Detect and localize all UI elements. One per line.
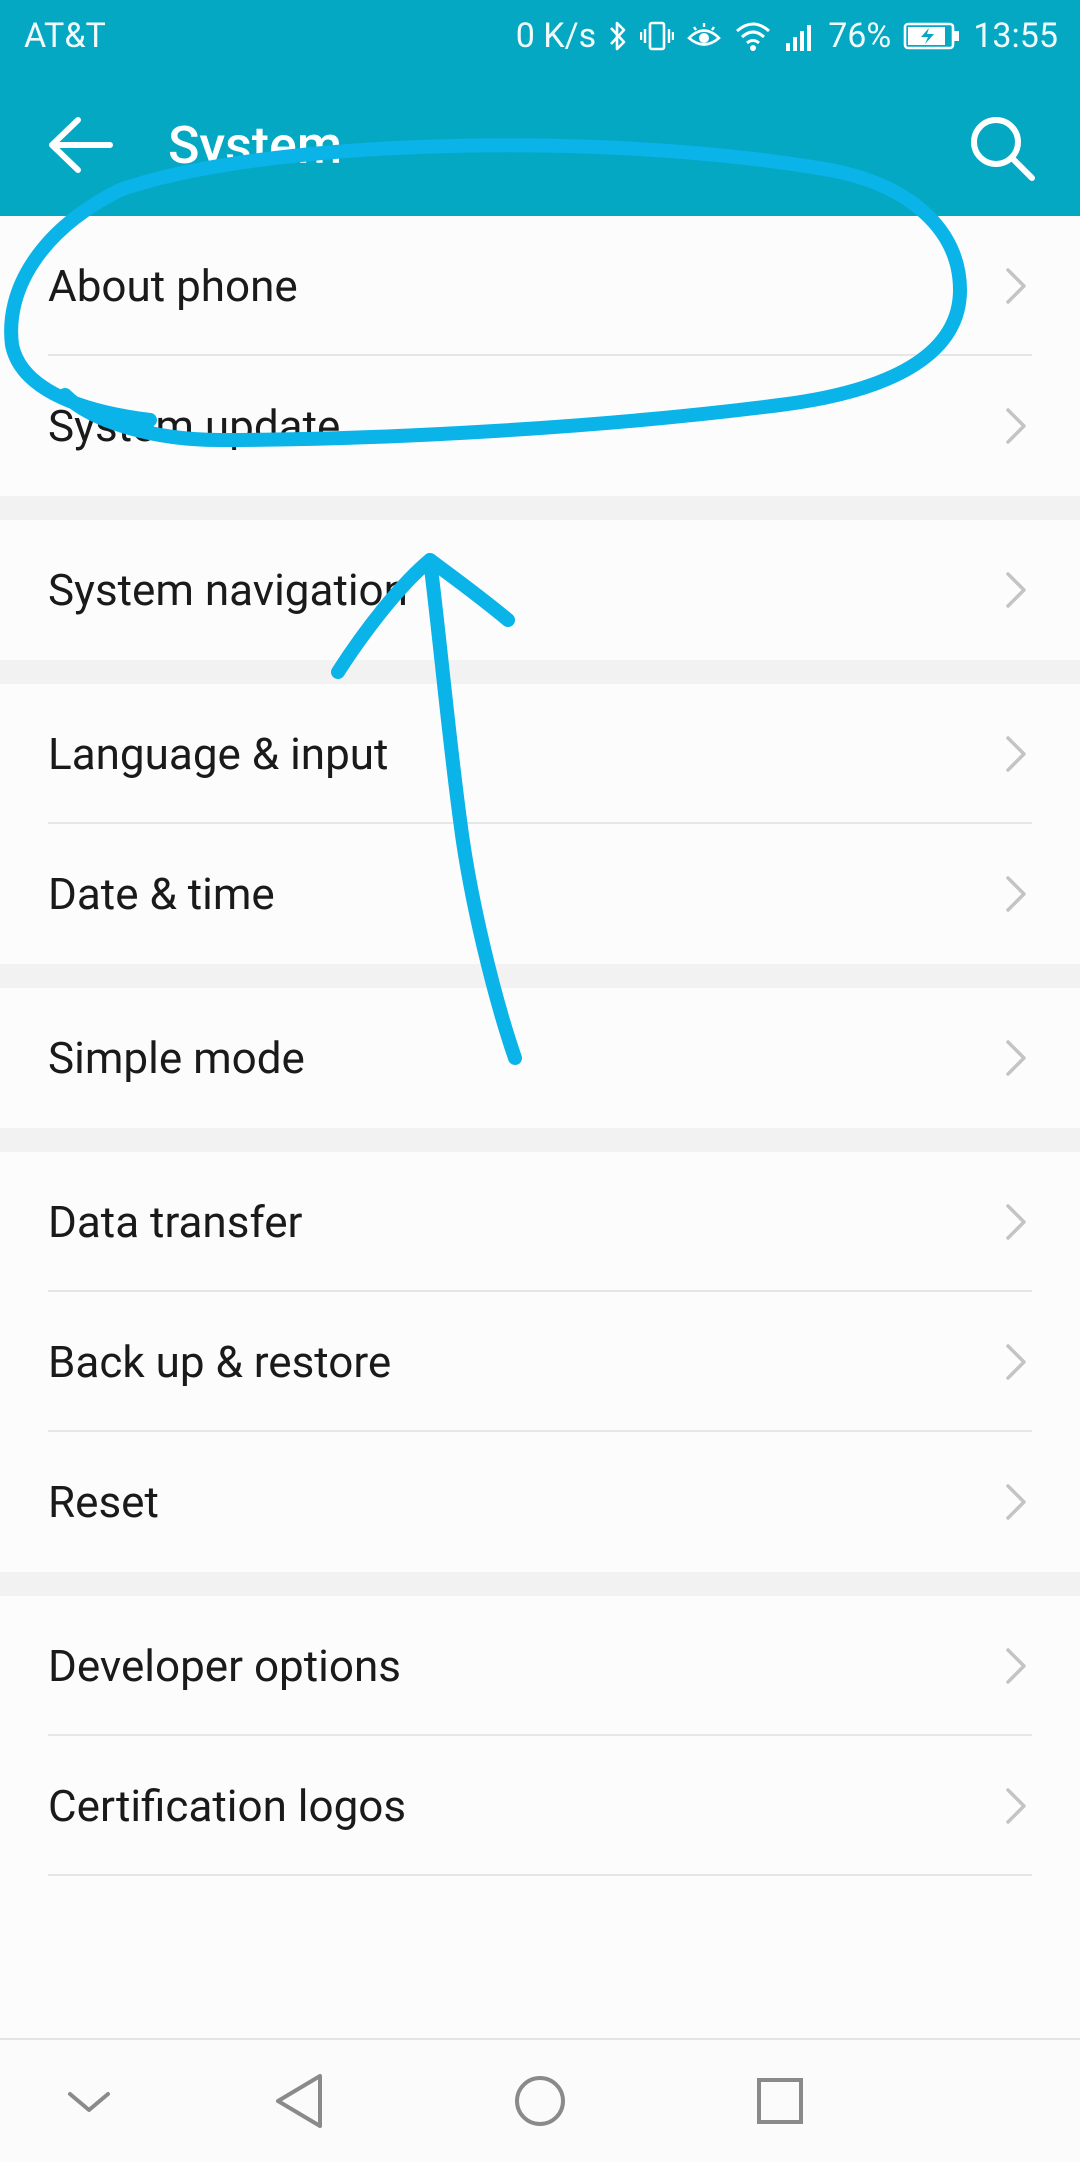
chevron-right-icon [1006,408,1026,444]
divider [48,1874,1032,1876]
search-button[interactable] [966,112,1038,184]
settings-group: Language & input Date & time [0,684,1080,964]
list-item-system-navigation[interactable]: System navigation [0,520,1080,660]
chevron-right-icon [1006,736,1026,772]
chevron-right-icon [1006,1344,1026,1380]
section-gap [0,496,1080,520]
carrier-label: AT&T [24,16,106,56]
chevron-right-icon [1006,1788,1026,1824]
back-triangle-icon [276,2074,322,2128]
section-gap [0,1128,1080,1152]
search-icon [971,117,1035,181]
settings-list: About phone System update System navigat… [0,216,1080,2038]
chevron-right-icon [1006,1040,1026,1076]
list-item-date-time[interactable]: Date & time [0,824,1080,964]
settings-group: Data transfer Back up & restore Reset [0,1152,1080,1572]
network-speed: 0 K/s [515,16,597,56]
signal-icon [786,25,812,51]
chevron-right-icon [1006,268,1026,304]
nav-recents-button[interactable] [745,2068,815,2134]
back-button[interactable] [44,112,124,178]
battery-charging-icon [904,22,960,50]
list-item-language-input[interactable]: Language & input [0,684,1080,824]
arrow-left-icon [49,117,113,173]
section-gap [0,964,1080,988]
settings-group: Simple mode [0,988,1080,1128]
list-item-certification-logos[interactable]: Certification logos [0,1736,1080,1876]
page-title: System [168,115,343,176]
item-label: System navigation [48,564,408,616]
home-circle-icon [515,2076,565,2126]
wifi-icon [736,22,771,51]
item-label: Language & input [48,728,389,780]
chevron-right-icon [1006,876,1026,912]
hide-nav-button[interactable] [54,2068,124,2134]
list-item-reset[interactable]: Reset [0,1432,1080,1572]
chevron-right-icon [1006,572,1026,608]
recents-square-icon [757,2078,803,2124]
item-label: Simple mode [48,1032,305,1084]
nav-home-button[interactable] [505,2068,575,2134]
item-label: Date & time [48,868,275,920]
item-label: Developer options [48,1640,401,1692]
nav-back-button[interactable] [264,2068,334,2134]
item-label: Certification logos [48,1780,407,1832]
chevron-right-icon [1006,1648,1026,1684]
item-label: Reset [48,1476,159,1528]
eye-comfort-icon [687,23,722,46]
chevron-down-icon [68,2092,110,2112]
toolbar: System [0,72,1080,216]
list-item-data-transfer[interactable]: Data transfer [0,1152,1080,1292]
settings-group: About phone System update [0,216,1080,496]
section-gap [0,660,1080,684]
item-label: Data transfer [48,1196,303,1248]
section-gap [0,1572,1080,1596]
list-item-about-phone[interactable]: About phone [0,216,1080,356]
vibrate-icon [640,21,675,51]
list-item-simple-mode[interactable]: Simple mode [0,988,1080,1128]
list-item-back-up-restore[interactable]: Back up & restore [0,1292,1080,1432]
item-label: About phone [48,260,298,312]
clock: 13:55 [973,16,1058,56]
chevron-right-icon [1006,1484,1026,1520]
battery-percent: 76% [828,16,892,56]
status-icons: 0 K/s 76% 13:55 [516,16,1058,56]
item-label: System update [48,400,341,452]
settings-group: Developer options Certification logos [0,1596,1080,2038]
item-label: Back up & restore [48,1336,392,1388]
navigation-bar [0,2038,1080,2162]
chevron-right-icon [1006,1204,1026,1240]
bluetooth-icon [610,21,626,51]
status-bar: AT&T 0 K/s 76% 13:55 [0,0,1080,72]
settings-group: System navigation [0,520,1080,660]
list-item-developer-options[interactable]: Developer options [0,1596,1080,1736]
list-item-system-update[interactable]: System update [0,356,1080,496]
app-bar: AT&T 0 K/s 76% 13:55 System [0,0,1080,216]
